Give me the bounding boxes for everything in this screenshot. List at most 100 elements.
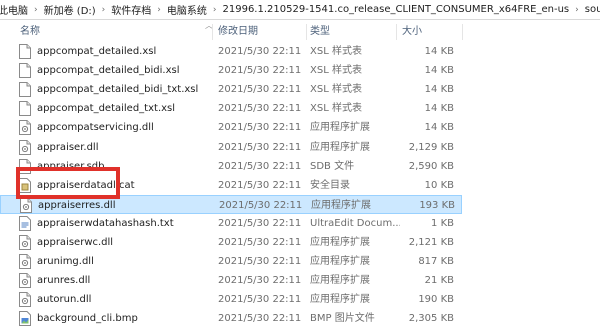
file-size: 14 KB xyxy=(424,46,454,57)
chevron-right-icon[interactable]: › xyxy=(30,5,42,15)
file-size: 14 KB xyxy=(424,84,454,96)
column-type[interactable]: 类型 xyxy=(310,22,330,42)
file-name: appraiserwc.dll xyxy=(37,237,114,248)
file-row[interactable]: appraiserwc.dll 2021/5/30 22:11 应用程序扩展 2,12… xyxy=(0,233,462,252)
file-type: XSL 样式表 xyxy=(310,46,362,57)
file-modified-date: 2021/5/30 22:11 xyxy=(218,256,302,268)
xsl-file-icon xyxy=(19,101,31,117)
file-size: 2,129 KB xyxy=(408,141,454,153)
file-name: appraiser.sdb xyxy=(37,160,105,172)
file-row[interactable]: appraiserdatadl.cat 2021/5/30 22:11 安全目录 10… xyxy=(0,176,462,195)
file-name: appraiserdatadl.cat xyxy=(37,179,135,191)
breadcrumb-drive-d[interactable]: 新加卷 (D:) xyxy=(42,2,98,17)
xsl-file-icon xyxy=(19,82,31,98)
column-divider[interactable] xyxy=(462,24,463,40)
file-row[interactable]: appcompat_detailed.xsl 2021/5/30 22:11 XSL… xyxy=(0,42,462,61)
address-bar[interactable]: 此电脑 › 新加卷 (D:) › 软件存档 › 电脑系统 › 21996.1.2… xyxy=(0,0,600,20)
file-modified-date: 2021/5/30 22:11 xyxy=(218,84,302,96)
chevron-right-icon[interactable]: › xyxy=(153,5,165,15)
column-name[interactable]: 名称 xyxy=(20,22,40,42)
file-size: 14 KB xyxy=(424,65,454,77)
bmp-file-icon xyxy=(19,311,31,327)
file-type: 应用程序扩展 xyxy=(310,237,370,248)
file-size: 193 KB xyxy=(419,199,455,211)
file-row[interactable]: appraiser.sdb 2021/5/30 22:11 SDB 文件 2,590 … xyxy=(0,157,462,176)
dll-file-icon xyxy=(19,254,31,270)
file-modified-date: 2021/5/30 22:11 xyxy=(218,65,302,77)
file-row[interactable]: appraiserwdatahashash.txt 2021/5/30 22:11… xyxy=(0,214,462,233)
xsl-file-icon xyxy=(19,63,31,79)
file-row[interactable]: arunres.dll 2021/5/30 22:11 应用程序扩展 21 KB xyxy=(0,271,462,290)
file-name: appcompat_detailed.xsl xyxy=(37,46,157,57)
dll-file-icon xyxy=(19,273,31,289)
file-size: 2,305 KB xyxy=(408,313,454,325)
column-date[interactable]: 修改日期 xyxy=(218,22,258,42)
chevron-right-icon[interactable]: › xyxy=(98,5,110,15)
column-divider[interactable] xyxy=(396,24,397,40)
file-modified-date: 2021/5/30 22:11 xyxy=(218,313,302,325)
column-divider[interactable] xyxy=(212,24,213,40)
column-header: ︿ 名称 修改日期 类型 大小 xyxy=(0,21,600,42)
file-type: SDB 文件 xyxy=(310,160,355,172)
file-row[interactable]: appcompat_detailed_bidi.xsl 2021/5/30 22:… xyxy=(0,61,462,80)
file-modified-date: 2021/5/30 22:11 xyxy=(218,160,302,172)
dll-file-icon xyxy=(19,120,31,136)
file-row[interactable]: background_cli.bmp 2021/5/30 22:11 BMP 图片文… xyxy=(0,309,462,328)
xsl-file-icon xyxy=(19,44,31,59)
file-row[interactable]: appcompat_detailed_txt.xsl 2021/5/30 22:1… xyxy=(0,99,462,118)
file-type: XSL 样式表 xyxy=(310,84,362,96)
file-name: appcompatservicing.dll xyxy=(37,122,154,134)
file-size: 14 KB xyxy=(424,122,454,134)
file-row[interactable]: appcompat_detailed_bidi_txt.xsl 2021/5/30… xyxy=(0,80,462,99)
chevron-right-icon[interactable]: › xyxy=(209,5,221,15)
file-modified-date: 2021/5/30 22:11 xyxy=(218,46,302,57)
file-modified-date: 2021/5/30 22:11 xyxy=(218,294,302,306)
file-row[interactable]: appraiserres.dll 2021/5/30 22:11 应用程序扩展 193… xyxy=(0,194,462,214)
file-row[interactable]: arunimg.dll 2021/5/30 22:11 应用程序扩展 817 KB xyxy=(0,252,462,271)
file-size: 817 KB xyxy=(418,256,454,268)
file-modified-date: 2021/5/30 22:11 xyxy=(218,237,302,248)
file-type: UltraEdit Docum... xyxy=(310,217,400,229)
file-modified-date: 2021/5/30 22:11 xyxy=(218,179,302,191)
file-type: 应用程序扩展 xyxy=(310,275,370,287)
cat-file-icon xyxy=(19,177,31,193)
column-size[interactable]: 大小 xyxy=(402,22,422,42)
file-type: 应用程序扩展 xyxy=(310,122,370,134)
file-row[interactable]: appraiser.dll 2021/5/30 22:11 应用程序扩展 2,129 … xyxy=(0,138,462,157)
file-type: XSL 样式表 xyxy=(310,65,362,77)
file-name: appcompat_detailed_bidi.xsl xyxy=(37,65,180,77)
file-type: XSL 样式表 xyxy=(310,103,362,115)
file-name: arunres.dll xyxy=(37,275,91,287)
file-type: 安全目录 xyxy=(310,179,350,191)
breadcrumb-pc-system[interactable]: 电脑系统 xyxy=(165,2,209,17)
chevron-right-icon[interactable]: › xyxy=(571,5,583,15)
file-size: 2,590 KB xyxy=(408,160,454,172)
column-divider[interactable] xyxy=(306,24,307,40)
file-name: appraiserres.dll xyxy=(38,199,116,211)
file-name: autorun.dll xyxy=(37,294,92,306)
file-type: 应用程序扩展 xyxy=(311,199,371,211)
file-type: 应用程序扩展 xyxy=(310,294,370,306)
file-size: 2,121 KB xyxy=(408,237,454,248)
dll-file-icon xyxy=(19,292,31,308)
file-size: 190 KB xyxy=(418,294,454,306)
file-row[interactable]: autorun.dll 2021/5/30 22:11 应用程序扩展 190 KB xyxy=(0,290,462,309)
file-row[interactable]: appcompatservicing.dll 2021/5/30 22:11 应用程… xyxy=(0,118,462,137)
txt-file-icon xyxy=(19,215,31,231)
file-name: background_cli.bmp xyxy=(37,313,138,325)
file-modified-date: 2021/5/30 22:11 xyxy=(218,122,302,134)
file-name: appraiserwdatahashash.txt xyxy=(37,217,174,229)
breadcrumb-release-folder[interactable]: 21996.1.210529-1541.co_release_CLIENT_CO… xyxy=(221,4,572,15)
file-modified-date: 2021/5/30 22:11 xyxy=(219,199,303,211)
file-size: 10 KB xyxy=(424,179,454,191)
breadcrumb-sources[interactable]: sources xyxy=(583,4,600,15)
breadcrumb-software-archive[interactable]: 软件存档 xyxy=(109,2,153,17)
file-type: BMP 图片文件 xyxy=(310,313,375,325)
file-name: appcompat_detailed_bidi_txt.xsl xyxy=(37,84,199,96)
file-modified-date: 2021/5/30 22:11 xyxy=(218,103,302,115)
dll-file-icon xyxy=(19,235,31,250)
file-name: appraiser.dll xyxy=(37,141,99,153)
file-name: arunimg.dll xyxy=(37,256,94,268)
sdb-file-icon xyxy=(19,158,31,174)
breadcrumb-this-pc[interactable]: 此电脑 xyxy=(0,2,30,17)
